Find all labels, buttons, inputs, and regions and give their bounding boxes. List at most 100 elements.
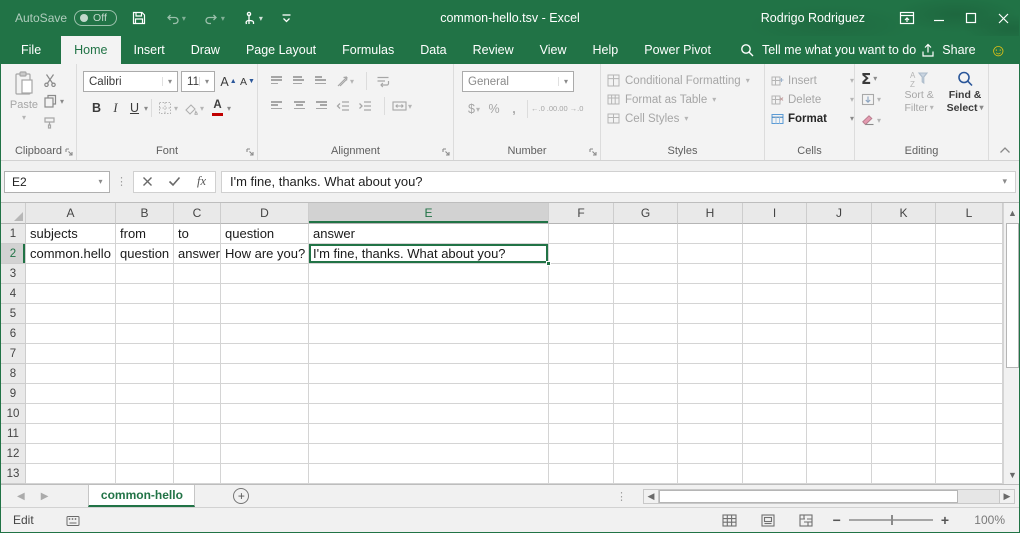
increase-font-size-button[interactable]: A▲ bbox=[219, 72, 238, 92]
tab-review[interactable]: Review bbox=[460, 36, 527, 64]
undo-dropdown-arrow[interactable]: ▾ bbox=[182, 14, 186, 23]
zoom-level[interactable]: 100% bbox=[957, 513, 1005, 527]
cell-C3[interactable] bbox=[174, 264, 221, 284]
cell-A4[interactable] bbox=[26, 284, 116, 304]
normal-view-button[interactable] bbox=[711, 514, 749, 527]
underline-dropdown-arrow[interactable]: ▾ bbox=[144, 104, 148, 113]
row-header-13[interactable]: 13 bbox=[1, 464, 26, 484]
tab-draw[interactable]: Draw bbox=[178, 36, 233, 64]
cell-A8[interactable] bbox=[26, 364, 116, 384]
cell-J2[interactable] bbox=[807, 244, 872, 264]
insert-cells-button[interactable]: Insert ▾ bbox=[771, 71, 854, 90]
accounting-format-button[interactable]: $ ▾ bbox=[464, 99, 484, 119]
cell-styles-button[interactable]: Cell Styles ▾ bbox=[607, 109, 764, 128]
cell-F13[interactable] bbox=[549, 464, 614, 484]
decrease-font-size-button[interactable]: A▼ bbox=[238, 72, 257, 92]
cell-I5[interactable] bbox=[743, 304, 807, 324]
column-header-A[interactable]: A bbox=[26, 203, 116, 224]
zoom-out-button[interactable]: − bbox=[825, 512, 849, 528]
cell-A12[interactable] bbox=[26, 444, 116, 464]
cell-H1[interactable] bbox=[678, 224, 743, 244]
cell-J11[interactable] bbox=[807, 424, 872, 444]
number-dialog-launcher[interactable] bbox=[589, 148, 598, 157]
decrease-decimal-button[interactable]: .00 →.0 bbox=[557, 99, 583, 119]
fill-color-button[interactable] bbox=[181, 98, 200, 118]
customize-quick-access-button[interactable] bbox=[277, 13, 296, 23]
column-header-B[interactable]: B bbox=[116, 203, 174, 224]
autosave-pill[interactable]: Off bbox=[74, 10, 117, 26]
orientation-button[interactable]: ▾ bbox=[332, 71, 358, 91]
font-name-dropdown-arrow[interactable]: ▾ bbox=[162, 77, 177, 86]
cell-A5[interactable] bbox=[26, 304, 116, 324]
cell-K6[interactable] bbox=[872, 324, 936, 344]
horizontal-scroll-thumb[interactable] bbox=[659, 490, 958, 503]
column-header-D[interactable]: D bbox=[221, 203, 309, 224]
decrease-indent-button[interactable] bbox=[332, 96, 354, 116]
column-header-C[interactable]: C bbox=[174, 203, 221, 224]
cell-L2[interactable] bbox=[936, 244, 1003, 264]
cell-L9[interactable] bbox=[936, 384, 1003, 404]
select-all-corner[interactable] bbox=[1, 203, 26, 224]
cell-H4[interactable] bbox=[678, 284, 743, 304]
accounting-dropdown-arrow[interactable]: ▾ bbox=[476, 105, 480, 114]
cell-K10[interactable] bbox=[872, 404, 936, 424]
cell-K5[interactable] bbox=[872, 304, 936, 324]
cell-K12[interactable] bbox=[872, 444, 936, 464]
font-color-dropdown-arrow[interactable]: ▾ bbox=[227, 104, 231, 113]
cell-I2[interactable] bbox=[743, 244, 807, 264]
scroll-left-arrow[interactable]: ◀ bbox=[643, 489, 659, 504]
formula-bar-expand-button[interactable]: ▾ bbox=[1002, 176, 1007, 187]
cell-H2[interactable] bbox=[678, 244, 743, 264]
cell-D8[interactable] bbox=[221, 364, 309, 384]
format-as-table-button[interactable]: Format as Table ▾ bbox=[607, 90, 764, 109]
cell-J9[interactable] bbox=[807, 384, 872, 404]
cell-K13[interactable] bbox=[872, 464, 936, 484]
cell-K4[interactable] bbox=[872, 284, 936, 304]
cell-J5[interactable] bbox=[807, 304, 872, 324]
fill-color-dropdown-arrow[interactable]: ▾ bbox=[200, 104, 204, 113]
collapse-ribbon-button[interactable] bbox=[999, 146, 1011, 154]
fill-button[interactable]: ▾ bbox=[861, 91, 896, 108]
cell-I8[interactable] bbox=[743, 364, 807, 384]
cell-J7[interactable] bbox=[807, 344, 872, 364]
cell-F5[interactable] bbox=[549, 304, 614, 324]
minimize-button[interactable] bbox=[923, 0, 955, 36]
fill-handle[interactable] bbox=[546, 261, 551, 266]
insert-cells-arrow[interactable]: ▾ bbox=[850, 76, 854, 85]
cell-I4[interactable] bbox=[743, 284, 807, 304]
row-header-3[interactable]: 3 bbox=[1, 264, 26, 284]
column-header-E[interactable]: E bbox=[309, 203, 549, 224]
cell-C1[interactable]: to bbox=[174, 224, 221, 244]
paste-button[interactable]: Paste ▾ bbox=[5, 69, 43, 122]
cell-E4[interactable] bbox=[309, 284, 549, 304]
tab-insert[interactable]: Insert bbox=[121, 36, 178, 64]
cell-K7[interactable] bbox=[872, 344, 936, 364]
previous-sheet-button[interactable]: ◀ bbox=[17, 491, 25, 502]
align-center-button[interactable] bbox=[288, 96, 310, 116]
column-header-L[interactable]: L bbox=[936, 203, 1003, 224]
cell-F12[interactable] bbox=[549, 444, 614, 464]
alignment-dialog-launcher[interactable] bbox=[442, 148, 451, 157]
redo-button[interactable]: ▾ bbox=[200, 12, 229, 25]
increase-decimal-button[interactable]: ←.0 .00 bbox=[531, 99, 557, 119]
cell-C4[interactable] bbox=[174, 284, 221, 304]
cell-D6[interactable] bbox=[221, 324, 309, 344]
row-header-5[interactable]: 5 bbox=[1, 304, 26, 324]
save-button[interactable] bbox=[127, 10, 151, 26]
paste-dropdown-arrow[interactable]: ▾ bbox=[22, 113, 26, 122]
tab-home[interactable]: Home bbox=[61, 36, 120, 64]
cell-C8[interactable] bbox=[174, 364, 221, 384]
cell-D10[interactable] bbox=[221, 404, 309, 424]
cell-G11[interactable] bbox=[614, 424, 678, 444]
horizontal-scroll-track[interactable] bbox=[659, 489, 999, 504]
cell-C13[interactable] bbox=[174, 464, 221, 484]
formula-input[interactable]: I'm fine, thanks. What about you? ▾ bbox=[221, 171, 1016, 193]
cell-E8[interactable] bbox=[309, 364, 549, 384]
name-box[interactable]: E2 ▾ bbox=[4, 171, 110, 193]
cell-G6[interactable] bbox=[614, 324, 678, 344]
ribbon-display-options-button[interactable] bbox=[891, 0, 923, 36]
sheet-tab-common-hello[interactable]: common-hello bbox=[88, 485, 195, 507]
cell-K11[interactable] bbox=[872, 424, 936, 444]
cell-D3[interactable] bbox=[221, 264, 309, 284]
cell-L10[interactable] bbox=[936, 404, 1003, 424]
